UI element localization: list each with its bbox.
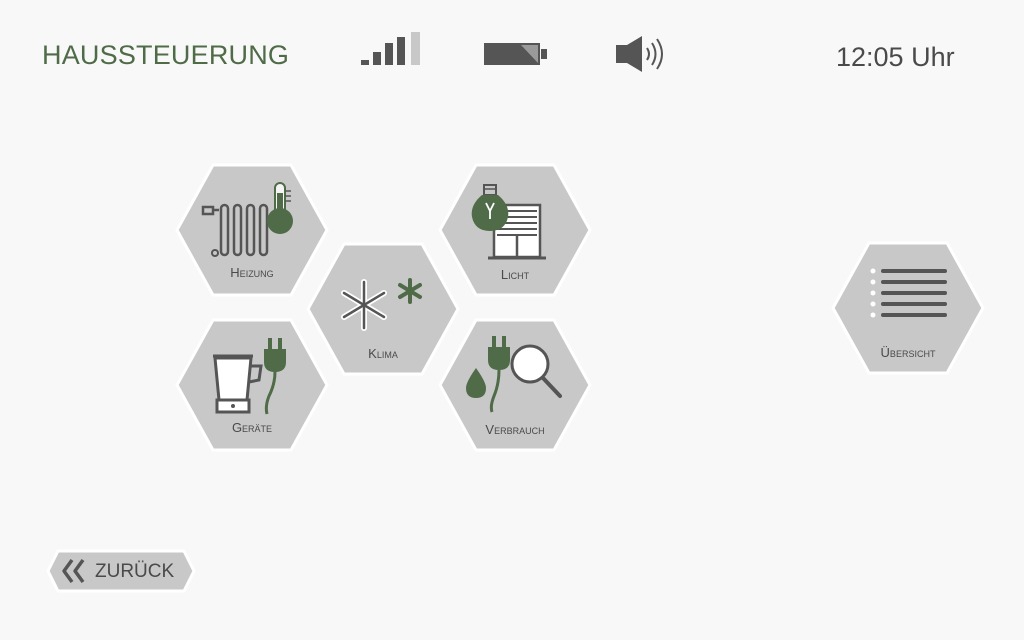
- page-title: HAUSSTEUERUNG: [42, 40, 290, 70]
- bulb-shutter-icon: [471, 184, 546, 260]
- tile-uebersicht-label: Übersicht: [880, 345, 936, 360]
- snowflake-icon: [341, 278, 422, 331]
- battery-icon: [484, 43, 547, 65]
- tile-geraete[interactable]: Geräte: [175, 318, 329, 452]
- signal-bar-2: [373, 52, 381, 65]
- tile-licht[interactable]: Licht: [438, 163, 592, 297]
- double-chevron-left-icon: [62, 558, 85, 584]
- tile-klima-label: Klima: [368, 346, 398, 361]
- list-icon: [870, 268, 947, 318]
- tile-verbrauch-label: Verbrauch: [485, 422, 545, 437]
- consumption-magnifier-icon: [466, 336, 562, 413]
- radiator-thermometer-icon: [201, 182, 293, 257]
- tile-uebersicht[interactable]: Übersicht: [831, 241, 985, 375]
- signal-bar-3: [385, 43, 393, 65]
- tile-geraete-label: Geräte: [231, 420, 273, 435]
- tile-verbrauch[interactable]: Verbrauch: [438, 318, 592, 452]
- signal-bar-1: [361, 60, 369, 65]
- back-button-label: ZURÜCK: [95, 561, 175, 582]
- signal-bar-5: [411, 32, 420, 65]
- signal-bar-4: [397, 37, 405, 65]
- blender-plug-icon: [213, 338, 286, 415]
- tile-licht-label: Licht: [500, 267, 530, 282]
- tile-klima[interactable]: Klima: [306, 242, 460, 376]
- back-button[interactable]: ZURÜCK: [46, 549, 196, 593]
- speaker-volume-icon[interactable]: [614, 34, 670, 76]
- clock: 12:05 Uhr: [836, 42, 955, 72]
- signal-strength-icon: [361, 32, 420, 65]
